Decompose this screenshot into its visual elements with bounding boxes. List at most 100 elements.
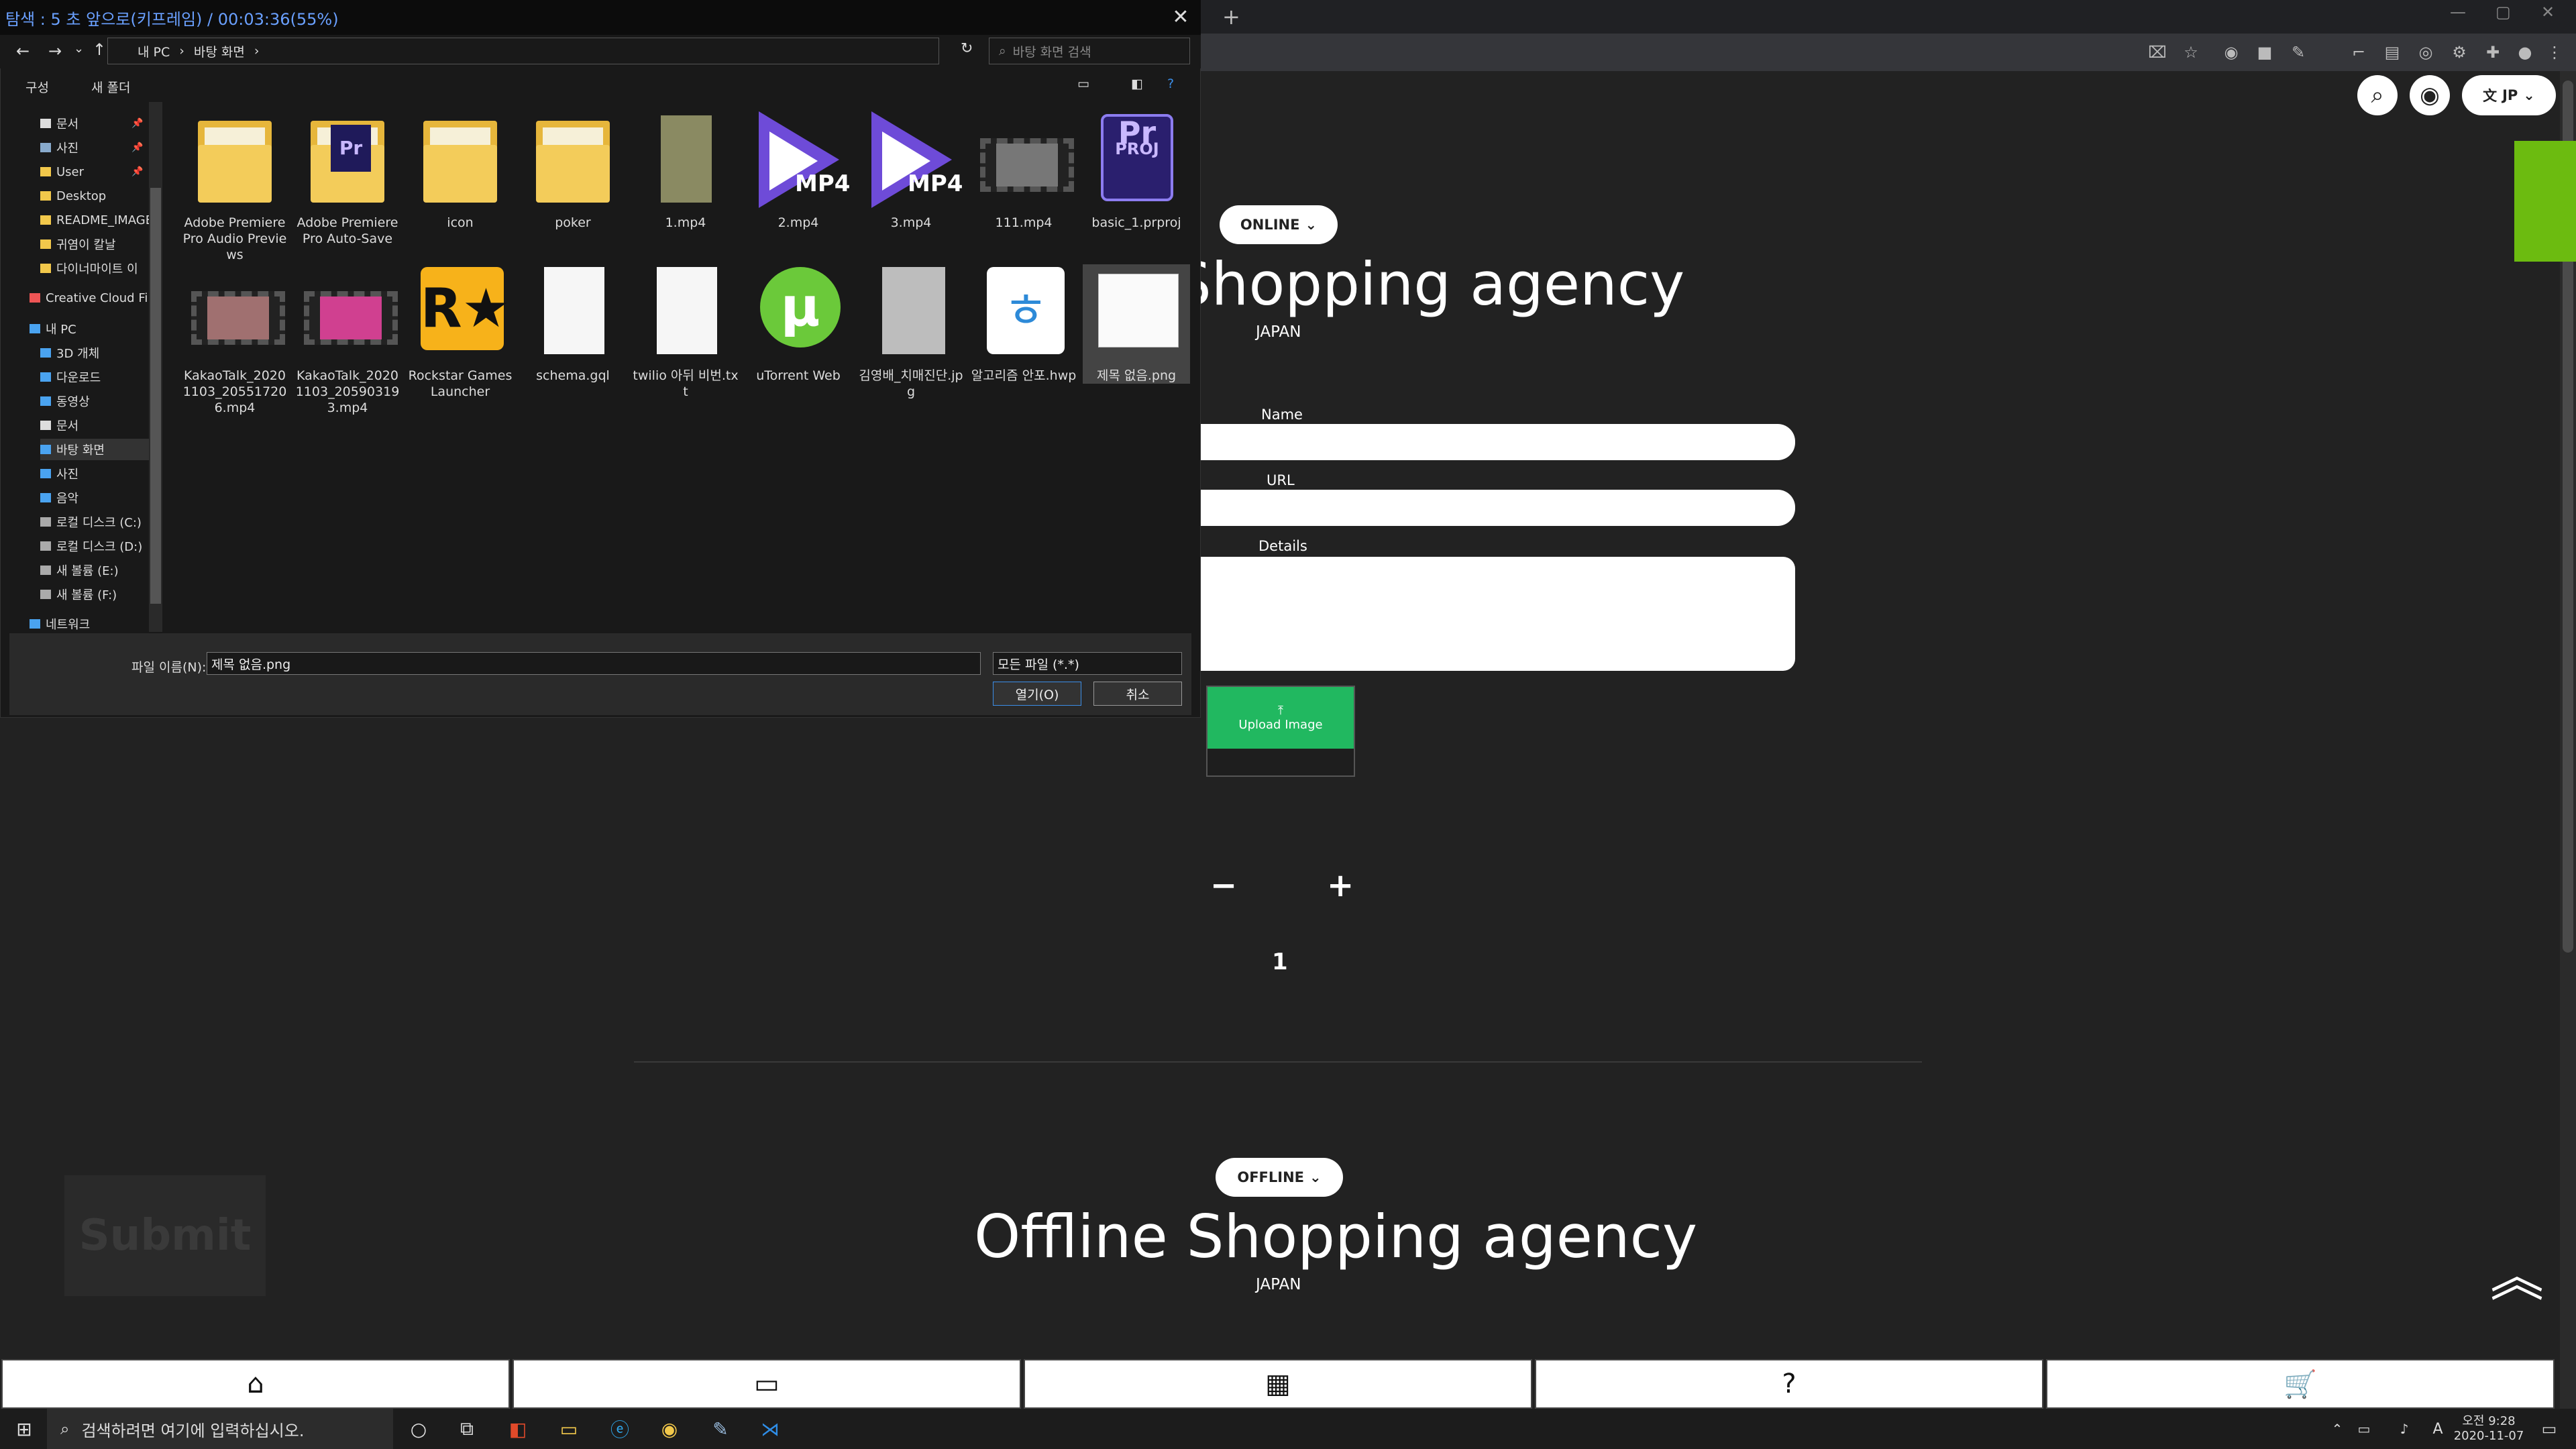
online-dropdown[interactable]: ONLINE ⌄: [1220, 205, 1338, 244]
notification-icon[interactable]: ▭: [2533, 1413, 2565, 1445]
nav-item[interactable]: 내 PC: [30, 318, 149, 339]
nav-item[interactable]: 동영상: [40, 390, 149, 412]
extension-icon[interactable]: ◎: [2415, 42, 2436, 63]
cortana-icon[interactable]: ○: [402, 1413, 435, 1445]
filename-input[interactable]: 제목 없음.png: [207, 652, 981, 675]
address-bar[interactable]: 내 PC › 바탕 화면 ›: [107, 38, 939, 64]
extension-red-icon[interactable]: ■: [2254, 42, 2275, 63]
nav-item[interactable]: 3D 개체: [40, 342, 149, 364]
file-item[interactable]: Pr PROJ basic_1.prproj: [1083, 111, 1190, 231]
file-item[interactable]: poker: [519, 111, 627, 231]
file-item[interactable]: Pr Adobe Premiere Pro Auto-Save: [294, 111, 401, 247]
scroll-top-icon[interactable]: ︽: [2490, 1250, 2544, 1304]
file-item[interactable]: 111.mp4: [970, 111, 1077, 231]
nav-item[interactable]: 새 볼륨 (E:): [40, 559, 149, 581]
nav-item[interactable]: 새 볼륨 (F:): [40, 584, 149, 605]
back-arrow-icon[interactable]: ←: [16, 42, 30, 60]
file-item[interactable]: 1.mp4: [632, 111, 739, 231]
account-icon[interactable]: ◉: [2410, 75, 2450, 115]
nav-item[interactable]: 귀염이 칼날: [40, 233, 149, 255]
file-item[interactable]: 김영배_치매진단.jpg: [857, 264, 965, 400]
nav-item[interactable]: 네트워크: [30, 613, 149, 635]
open-button[interactable]: 열기(O): [993, 682, 1081, 706]
nav-item[interactable]: Creative Cloud Fil: [30, 287, 149, 309]
breadcrumb-desktop[interactable]: 바탕 화면: [194, 42, 245, 60]
dialog-close-icon[interactable]: ✕: [1167, 4, 1194, 31]
nav-item[interactable]: 음악: [40, 487, 149, 508]
file-item[interactable]: R★ Rockstar Games Launcher: [407, 264, 514, 400]
office-icon[interactable]: ◧: [502, 1413, 534, 1445]
maximize-icon[interactable]: ▢: [2496, 3, 2511, 21]
extension-icon[interactable]: ✎: [2288, 42, 2309, 63]
taskbar-clock[interactable]: 오전 9:28 2020-11-07: [2449, 1411, 2529, 1443]
new-folder-button[interactable]: 새 폴더: [91, 78, 130, 96]
file-item[interactable]: twilio 아뒤 비번.txt: [632, 264, 739, 400]
minimize-icon[interactable]: —: [2450, 3, 2466, 21]
nav-item[interactable]: 로컬 디스크 (C:): [40, 511, 149, 533]
file-item[interactable]: ㅎ 알고리즘 안포.hwp: [970, 264, 1077, 384]
file-item[interactable]: KakaoTalk_20201103_205903193.mp4: [294, 264, 401, 416]
preview-pane-icon[interactable]: ◧: [1131, 76, 1143, 91]
up-arrow-icon[interactable]: ↑: [93, 40, 106, 59]
taskbar-search[interactable]: ⌕ 검색하려면 여기에 입력하십시오.: [47, 1409, 393, 1449]
extension-icon[interactable]: ⌐: [2348, 42, 2369, 63]
volume-icon[interactable]: ♪: [2388, 1413, 2420, 1445]
network-icon[interactable]: ▭: [2348, 1413, 2380, 1445]
offline-dropdown[interactable]: OFFLINE ⌄: [1216, 1158, 1343, 1197]
nav-home[interactable]: ⌂: [1, 1359, 510, 1409]
increase-button[interactable]: +: [1327, 867, 1354, 904]
file-item[interactable]: 제목 없음.png: [1083, 264, 1190, 384]
notepad-icon[interactable]: ✎: [704, 1413, 737, 1445]
recent-chevron-icon[interactable]: ⌄: [74, 42, 84, 56]
organize-button[interactable]: 구성: [25, 78, 49, 96]
nav-item[interactable]: README_IMAGE: [40, 209, 149, 231]
windows-start-icon[interactable]: ⊞: [8, 1413, 40, 1445]
view-options-icon[interactable]: ▭: [1077, 76, 1089, 91]
translate-icon[interactable]: ⌧: [2147, 42, 2168, 63]
puzzle-icon[interactable]: ✚: [2482, 42, 2504, 63]
nav-item[interactable]: 문서: [40, 415, 149, 436]
file-item[interactable]: µ uTorrent Web: [745, 264, 852, 384]
nav-scrollbar-thumb[interactable]: [150, 188, 161, 604]
bookmark-star-icon[interactable]: ☆: [2180, 42, 2202, 63]
nav-calculator[interactable]: ▦: [1024, 1359, 1532, 1409]
file-explorer-icon[interactable]: ▭: [553, 1413, 585, 1445]
filetype-select[interactable]: 모든 파일 (*.*): [993, 652, 1182, 675]
vscode-icon[interactable]: ⋊: [754, 1413, 786, 1445]
cancel-button[interactable]: 취소: [1093, 682, 1182, 706]
decrease-button[interactable]: −: [1210, 867, 1237, 904]
breadcrumb-pc[interactable]: 내 PC: [138, 42, 170, 60]
file-item[interactable]: icon: [407, 111, 514, 231]
chrome-icon[interactable]: ◉: [653, 1413, 686, 1445]
nav-item[interactable]: 바탕 화면: [40, 439, 149, 460]
task-view-icon[interactable]: ⧉: [451, 1413, 483, 1445]
file-item[interactable]: schema.gql: [519, 264, 627, 384]
submit-button[interactable]: Submit: [64, 1175, 266, 1296]
nav-item[interactable]: 다이너마이트 이: [40, 258, 149, 279]
extension-icon[interactable]: ◉: [2220, 42, 2242, 63]
help-icon[interactable]: ?: [1167, 76, 1174, 91]
nav-item[interactable]: 로컬 디스크 (D:): [40, 535, 149, 557]
menu-icon[interactable]: ⋮: [2544, 42, 2565, 63]
language-select[interactable]: 文 JP ⌄: [2462, 75, 2556, 115]
edge-icon[interactable]: ⓔ: [604, 1413, 636, 1445]
extension-icon[interactable]: ⚙: [2449, 42, 2470, 63]
nav-item[interactable]: Desktop: [40, 185, 149, 207]
nav-item[interactable]: 사진: [40, 463, 149, 484]
refresh-icon[interactable]: ↻: [961, 40, 973, 57]
forward-arrow-icon[interactable]: →: [48, 42, 62, 60]
nav-cart[interactable]: 🛒: [2046, 1359, 2555, 1409]
dialog-search-input[interactable]: ⌕ 바탕 화면 검색: [989, 38, 1190, 64]
extension-icon[interactable]: ▤: [2381, 42, 2403, 63]
file-item[interactable]: Adobe Premiere Pro Audio Previews: [181, 111, 288, 263]
nav-help[interactable]: ?: [1535, 1359, 2043, 1409]
side-tab[interactable]: [2514, 141, 2576, 262]
file-item[interactable]: MP4 2.mp4: [745, 111, 852, 231]
search-icon[interactable]: ⌕: [2357, 75, 2398, 115]
upload-image-button[interactable]: ⤒ Upload Image: [1208, 687, 1354, 749]
new-tab-icon[interactable]: +: [1222, 4, 1240, 30]
file-item[interactable]: MP4 3.mp4: [857, 111, 965, 231]
profile-icon[interactable]: ●: [2514, 42, 2536, 63]
nav-item[interactable]: 다운로드: [40, 366, 149, 388]
file-item[interactable]: KakaoTalk_20201103_205517206.mp4: [181, 264, 288, 416]
